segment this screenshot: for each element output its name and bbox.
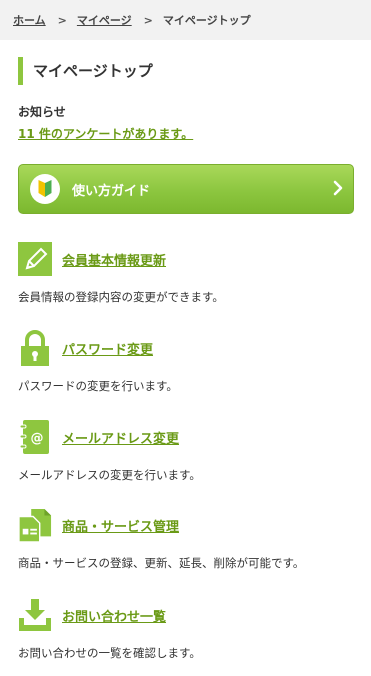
inquiry-list-link[interactable]: お問い合わせ一覧: [62, 606, 166, 625]
beginner-leaf-icon: [30, 174, 60, 204]
product-service-management-link[interactable]: 商品・サービス管理: [62, 516, 179, 535]
svg-text:@: @: [31, 431, 44, 446]
email-change-link[interactable]: メールアドレス変更: [62, 428, 179, 447]
breadcrumb: ホーム > マイページ > マイページトップ: [0, 0, 371, 40]
notice-label: お知らせ: [18, 105, 66, 119]
breadcrumb-separator: >: [143, 13, 153, 27]
survey-notice-link[interactable]: 11 件のアンケートがあります。: [18, 125, 193, 142]
download-tray-icon: [18, 597, 52, 633]
chevron-right-icon: [333, 180, 343, 200]
menu-item-description: パスワードの変更を行います。: [18, 379, 178, 393]
menu-item-description: 会員情報の登録内容の変更ができます。: [18, 290, 224, 304]
padlock-icon: [18, 330, 52, 366]
email-notebook-icon: @: [18, 419, 52, 455]
page-title: マイページトップ: [18, 57, 358, 85]
menu-item-password: パスワード変更 パスワードの変更を行います。: [18, 330, 358, 394]
profile-update-link[interactable]: 会員基本情報更新: [62, 250, 166, 269]
menu-item-description: お問い合わせの一覧を確認します。: [18, 646, 201, 660]
usage-guide-label: 使い方ガイド: [72, 183, 151, 199]
menu-item-products: 商品・サービス管理 商品・サービスの登録、更新、延長、削除が可能です。: [18, 507, 358, 571]
menu-item-inquiries: お問い合わせ一覧 お問い合わせの一覧を確認します。: [18, 597, 358, 661]
breadcrumb-separator: >: [57, 13, 67, 27]
documents-icon: [18, 507, 52, 543]
pencil-edit-icon: [18, 241, 52, 277]
breadcrumb-home-link[interactable]: ホーム: [13, 12, 46, 28]
usage-guide-button[interactable]: 使い方ガイド: [18, 164, 354, 214]
breadcrumb-current: マイページトップ: [162, 14, 251, 27]
menu-item-description: 商品・サービスの登録、更新、延長、削除が可能です。: [18, 556, 305, 570]
menu-item-email: @ メールアドレス変更 メールアドレスの変更を行います。: [18, 419, 358, 483]
password-change-link[interactable]: パスワード変更: [62, 339, 153, 358]
menu-item-profile: 会員基本情報更新 会員情報の登録内容の変更ができます。: [18, 241, 358, 305]
menu-item-description: メールアドレスの変更を行います。: [18, 468, 201, 482]
breadcrumb-mypage-link[interactable]: マイページ: [77, 12, 132, 28]
